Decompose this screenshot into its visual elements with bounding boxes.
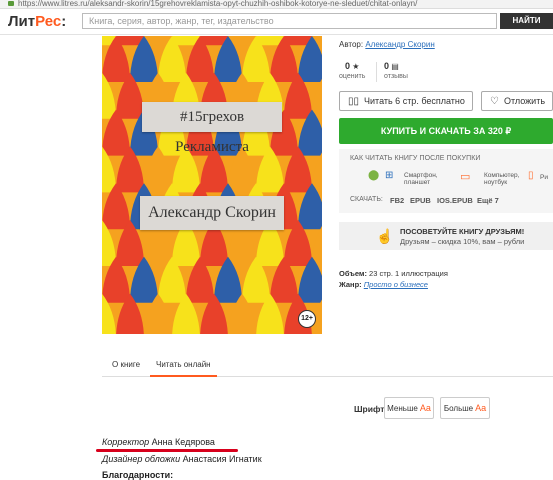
heart-icon: ♡ xyxy=(490,96,499,107)
rating-label: оценить xyxy=(339,73,366,80)
how-to-read-title: КАК ЧИТАТЬ КНИГУ ПОСЛЕ ПОКУПКИ xyxy=(350,155,481,162)
device-reader: Ри xyxy=(540,174,548,181)
comment-icon: ▤ xyxy=(391,62,399,71)
format-fb2[interactable]: FB2 xyxy=(390,196,404,205)
book-cover[interactable]: #15грехов Рекламиста Александр Скорин 12… xyxy=(102,36,322,334)
book-icon: ▯▯ xyxy=(348,96,360,107)
ereader-icon[interactable]: ▯ xyxy=(528,170,534,181)
book-tabs: О книге Читать онлайн xyxy=(102,356,553,377)
cover-author: Александр Скорин xyxy=(140,196,284,230)
credit-designer: Дизайнер обложки Анастасия Игнатик xyxy=(102,454,262,464)
reviews-widget[interactable]: 0 ▤ отзывы xyxy=(384,61,408,80)
font-size-label: Шрифт: xyxy=(354,404,388,414)
corrector-role: Корректор xyxy=(102,437,150,447)
volume-line: Объем: 23 стр. 1 иллюстрация xyxy=(339,269,448,278)
logo-accent: Рес xyxy=(35,13,62,30)
thumbs-up-icon: ☝ xyxy=(376,228,394,244)
defer-label: Отложить xyxy=(503,96,546,106)
device-computer: Компьютер, ноутбук xyxy=(484,172,519,186)
search-input[interactable]: Книга, серия, автор, жанр, тег, издатель… xyxy=(82,13,497,29)
search-button[interactable]: НАЙТИ xyxy=(500,13,553,29)
author-line: Автор: Александр Скорин xyxy=(339,40,435,49)
windows-icon[interactable]: ⊞ xyxy=(385,170,393,181)
font-bigger-button[interactable]: Больше Aa xyxy=(440,397,490,419)
reviews-value: 0 xyxy=(384,61,390,71)
browser-url-bar[interactable]: https://www.litres.ru/aleksandr-skorin/1… xyxy=(0,0,553,9)
url-text: https://www.litres.ru/aleksandr-skorin/1… xyxy=(18,0,418,8)
cover-title: #15грехов Рекламиста xyxy=(142,102,282,155)
device-computer-line1: Компьютер, xyxy=(484,172,520,179)
tab-read-online[interactable]: Читать онлайн xyxy=(150,360,217,377)
font-bigger-label: Больше xyxy=(443,404,474,413)
volume-label: Объем: xyxy=(339,269,367,278)
divider xyxy=(376,62,377,82)
download-label: СКАЧАТЬ: xyxy=(350,196,383,203)
corrector-name: Анна Кедярова xyxy=(149,437,215,447)
rating-widget[interactable]: 0 ★ оценить xyxy=(339,61,365,80)
format-epub[interactable]: EPUB xyxy=(410,196,431,205)
lock-icon xyxy=(8,1,14,7)
font-smaller-button[interactable]: Меньше Aa xyxy=(384,397,434,419)
device-smartphone: Смартфон, планшет xyxy=(404,172,438,186)
thanks-heading: Благодарности: xyxy=(102,470,174,480)
rating-value: 0 xyxy=(344,61,350,71)
defer-button[interactable]: ♡ Отложить xyxy=(481,91,553,111)
litres-logo[interactable]: ЛитРес: xyxy=(8,13,66,30)
device-computer-line2: ноутбук xyxy=(484,179,508,186)
read-free-button[interactable]: ▯▯ Читать 6 стр. бесплатно xyxy=(339,91,473,111)
site-header: ЛитРес: Книга, серия, автор, жанр, тег, … xyxy=(0,9,553,35)
logo-colon: : xyxy=(61,13,67,30)
recommend-subtitle: Друзьям – скидка 10%, вам – рубли xyxy=(400,237,525,246)
designer-role: Дизайнер обложки xyxy=(102,454,181,464)
author-label: Автор: xyxy=(339,40,364,49)
font-smaller-label: Меньше xyxy=(387,404,418,413)
cover-artwork xyxy=(102,36,322,334)
designer-name: Анастасия Игнатик xyxy=(180,454,262,464)
laptop-icon[interactable]: ▭ xyxy=(460,170,470,183)
buy-button[interactable]: КУПИТЬ И СКАЧАТЬ ЗА 320 ₽ xyxy=(339,118,553,144)
read-free-label: Читать 6 стр. бесплатно xyxy=(364,96,465,106)
font-bigger-aa: Aa xyxy=(475,403,487,413)
format-ios-epub[interactable]: IOS.EPUB xyxy=(437,196,473,205)
credit-corrector: Корректор Анна Кедярова xyxy=(102,437,215,447)
volume-value: 23 стр. 1 иллюстрация xyxy=(369,269,448,278)
genre-link[interactable]: Просто о бизнесе xyxy=(364,280,428,289)
device-smartphone-line2: планшет xyxy=(404,179,431,186)
format-more[interactable]: Ещё 7 xyxy=(477,196,499,205)
age-rating-badge: 12+ xyxy=(298,310,316,328)
author-link[interactable]: Александр Скорин xyxy=(365,40,434,49)
recommend-title: ПОСОВЕТУЙТЕ КНИГУ ДРУЗЬЯМ! xyxy=(400,227,525,236)
star-icon: ★ xyxy=(352,62,360,71)
font-smaller-aa: Aa xyxy=(419,403,431,413)
genre-line: Жанр: Просто о бизнесе xyxy=(339,280,428,289)
android-icon[interactable]: ⬤ xyxy=(368,170,379,181)
logo-main: Лит xyxy=(8,13,36,30)
device-smartphone-line1: Смартфон, xyxy=(404,172,438,179)
reviews-label: отзывы xyxy=(384,73,408,80)
genre-label: Жанр: xyxy=(339,280,362,289)
tab-about[interactable]: О книге xyxy=(112,360,140,369)
red-underline-annotation xyxy=(96,449,238,452)
